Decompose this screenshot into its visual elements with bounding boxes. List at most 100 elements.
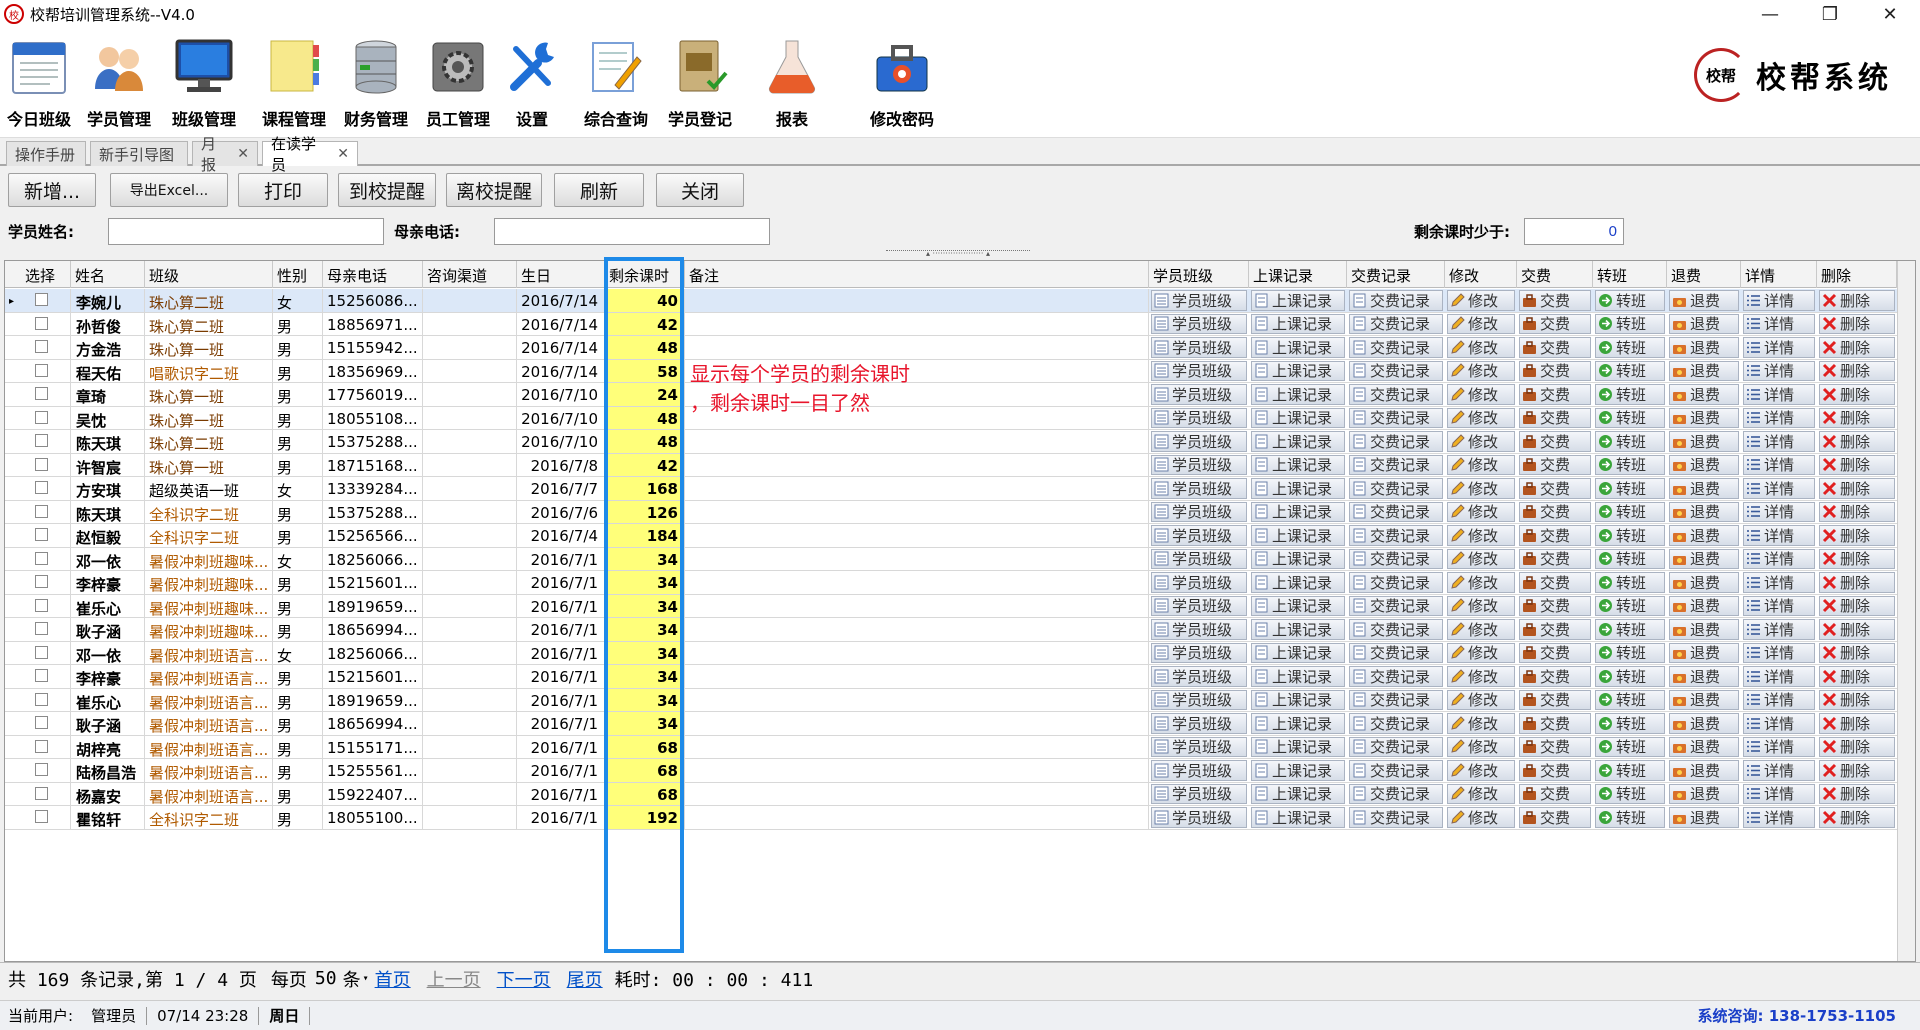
- table-row[interactable]: 陈天琪 珠心算二班男 15375288... 2016/7/10 48 学员班级 上课记录 交…: [5, 430, 1897, 454]
- row-action-5[interactable]: 转班: [1595, 501, 1665, 522]
- last-page-link[interactable]: 尾页: [567, 966, 603, 992]
- row-action-1[interactable]: 上课记录: [1251, 454, 1345, 475]
- row-checkbox[interactable]: [35, 340, 48, 353]
- row-action-4[interactable]: 交费: [1519, 501, 1591, 522]
- column-header[interactable]: 备注: [685, 261, 1149, 288]
- row-action-8[interactable]: 删除: [1819, 313, 1895, 334]
- row-action-4[interactable]: 交费: [1519, 666, 1591, 687]
- row-action-1[interactable]: 上课记录: [1251, 407, 1345, 428]
- column-header[interactable]: 交费记录: [1347, 261, 1445, 288]
- row-action-7[interactable]: 详情: [1743, 689, 1815, 710]
- ribbon-btn-7[interactable]: 综合查询: [576, 34, 656, 134]
- row-action-6[interactable]: 退费: [1669, 313, 1739, 334]
- table-row[interactable]: 方金浩 珠心算一班男 15155942... 2016/7/14 48 学员班级 上课记录 交…: [5, 336, 1897, 360]
- column-header[interactable]: 生日: [517, 261, 605, 288]
- row-action-5[interactable]: 转班: [1595, 290, 1665, 311]
- row-action-6[interactable]: 退费: [1669, 548, 1739, 569]
- row-action-8[interactable]: 删除: [1819, 595, 1895, 616]
- row-action-6[interactable]: 退费: [1669, 595, 1739, 616]
- row-action-0[interactable]: 学员班级: [1151, 337, 1247, 358]
- close-icon[interactable]: ✕: [337, 146, 349, 162]
- row-action-2[interactable]: 交费记录: [1349, 713, 1443, 734]
- row-action-4[interactable]: 交费: [1519, 360, 1591, 381]
- row-action-3[interactable]: 修改: [1447, 525, 1515, 546]
- row-action-7[interactable]: 详情: [1743, 501, 1815, 522]
- row-action-0[interactable]: 学员班级: [1151, 525, 1247, 546]
- row-action-1[interactable]: 上课记录: [1251, 689, 1345, 710]
- column-header[interactable]: 选择: [5, 261, 71, 288]
- row-action-0[interactable]: 学员班级: [1151, 431, 1247, 452]
- restore-button[interactable]: ❐: [1800, 0, 1860, 28]
- select-cell[interactable]: [5, 524, 71, 547]
- row-action-4[interactable]: 交费: [1519, 454, 1591, 475]
- student-name-input[interactable]: [108, 218, 384, 245]
- row-action-0[interactable]: 学员班级: [1151, 548, 1247, 569]
- table-row[interactable]: 杨嘉安 暑假冲刺班语言... 男 15922407... 2016/7/1 68 学员班级 上…: [5, 782, 1897, 806]
- row-action-2[interactable]: 交费记录: [1349, 736, 1443, 757]
- column-header[interactable]: 交费: [1517, 261, 1593, 288]
- row-action-8[interactable]: 删除: [1819, 431, 1895, 452]
- select-cell[interactable]: [5, 430, 71, 453]
- select-cell[interactable]: [5, 641, 71, 664]
- ribbon-btn-5[interactable]: 员工管理: [418, 34, 498, 134]
- row-action-7[interactable]: 详情: [1743, 666, 1815, 687]
- row-action-8[interactable]: 删除: [1819, 572, 1895, 593]
- row-action-4[interactable]: 交费: [1519, 384, 1591, 405]
- row-action-5[interactable]: 转班: [1595, 407, 1665, 428]
- row-checkbox[interactable]: [35, 293, 48, 306]
- row-action-5[interactable]: 转班: [1595, 548, 1665, 569]
- row-action-8[interactable]: 删除: [1819, 760, 1895, 781]
- table-row[interactable]: 吴忱 珠心算一班男 18055108... 2016/7/10 48 学员班级 上课记录 交费…: [5, 406, 1897, 430]
- row-checkbox[interactable]: [35, 528, 48, 541]
- row-action-8[interactable]: 删除: [1819, 337, 1895, 358]
- ribbon-btn-3[interactable]: 课程管理: [254, 34, 334, 134]
- close-tab-button[interactable]: 关闭: [656, 173, 744, 207]
- prev-page-link[interactable]: 上一页: [427, 966, 481, 992]
- row-action-8[interactable]: 删除: [1819, 501, 1895, 522]
- row-action-6[interactable]: 退费: [1669, 783, 1739, 804]
- ribbon-btn-0[interactable]: 今日班级: [4, 34, 74, 134]
- row-action-6[interactable]: 退费: [1669, 713, 1739, 734]
- row-action-3[interactable]: 修改: [1447, 313, 1515, 334]
- vertical-scrollbar[interactable]: [1897, 261, 1915, 961]
- row-action-3[interactable]: 修改: [1447, 431, 1515, 452]
- row-action-5[interactable]: 转班: [1595, 431, 1665, 452]
- table-row[interactable]: 程天佑 唱歌识字二班男 18356969... 2016/7/14 58 学员班级 上课记录…: [5, 359, 1897, 383]
- row-action-5[interactable]: 转班: [1595, 666, 1665, 687]
- select-cell[interactable]: [5, 665, 71, 688]
- table-row[interactable]: 李梓豪 暑假冲刺班趣味... 男 15215601... 2016/7/1 34 学员班级 上…: [5, 571, 1897, 595]
- row-action-6[interactable]: 退费: [1669, 689, 1739, 710]
- row-action-0[interactable]: 学员班级: [1151, 783, 1247, 804]
- row-checkbox[interactable]: [35, 363, 48, 377]
- column-header[interactable]: 详情: [1741, 261, 1817, 288]
- row-action-4[interactable]: 交费: [1519, 548, 1591, 569]
- select-cell[interactable]: [5, 688, 71, 711]
- row-action-8[interactable]: 删除: [1819, 783, 1895, 804]
- row-action-6[interactable]: 退费: [1669, 642, 1739, 663]
- row-action-4[interactable]: 交费: [1519, 619, 1591, 640]
- row-action-2[interactable]: 交费记录: [1349, 360, 1443, 381]
- row-action-2[interactable]: 交费记录: [1349, 337, 1443, 358]
- row-action-1[interactable]: 上课记录: [1251, 783, 1345, 804]
- arrive-reminder-button[interactable]: 到校提醒: [338, 173, 436, 207]
- row-action-8[interactable]: 删除: [1819, 384, 1895, 405]
- row-action-2[interactable]: 交费记录: [1349, 689, 1443, 710]
- row-action-2[interactable]: 交费记录: [1349, 642, 1443, 663]
- row-action-4[interactable]: 交费: [1519, 431, 1591, 452]
- row-action-0[interactable]: 学员班级: [1151, 689, 1247, 710]
- row-action-1[interactable]: 上课记录: [1251, 525, 1345, 546]
- row-action-2[interactable]: 交费记录: [1349, 431, 1443, 452]
- row-action-3[interactable]: 修改: [1447, 572, 1515, 593]
- row-checkbox[interactable]: [35, 763, 48, 776]
- row-checkbox[interactable]: [35, 551, 48, 565]
- select-cell[interactable]: [5, 477, 71, 500]
- row-action-8[interactable]: 删除: [1819, 619, 1895, 640]
- tab-3[interactable]: 在读学员 ✕: [262, 135, 358, 174]
- table-row[interactable]: 耿子涵 暑假冲刺班趣味... 男 18656994... 2016/7/1 34 学员班级 上…: [5, 618, 1897, 642]
- row-action-3[interactable]: 修改: [1447, 360, 1515, 381]
- row-action-5[interactable]: 转班: [1595, 595, 1665, 616]
- next-page-link[interactable]: 下一页: [497, 966, 551, 992]
- row-action-1[interactable]: 上课记录: [1251, 807, 1345, 828]
- row-action-5[interactable]: 转班: [1595, 807, 1665, 828]
- row-action-4[interactable]: 交费: [1519, 290, 1591, 311]
